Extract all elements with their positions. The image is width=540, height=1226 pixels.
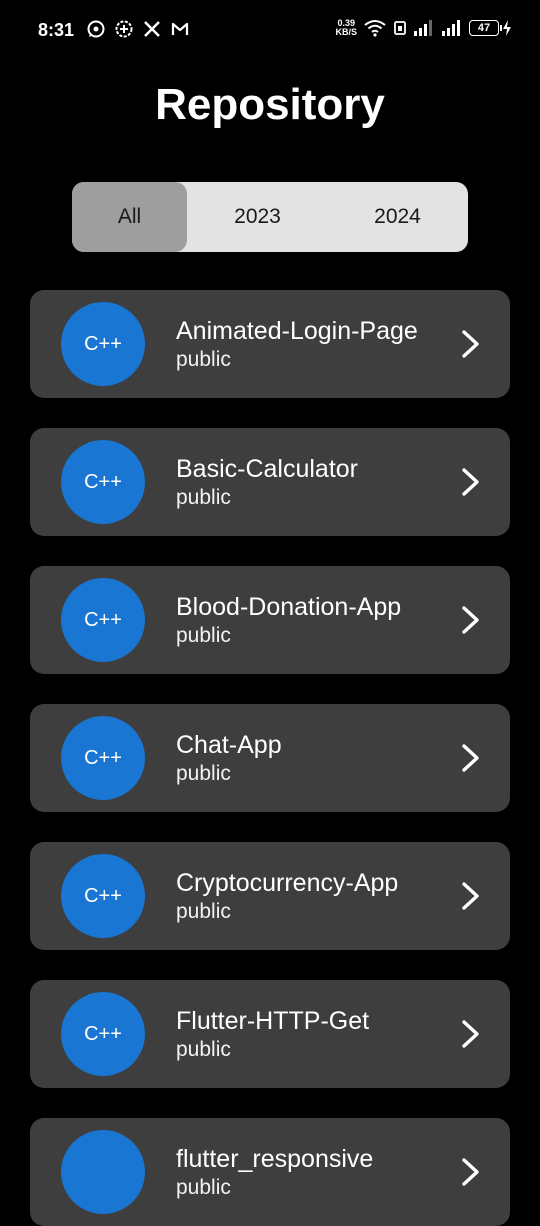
language-avatar: C++ <box>61 716 145 800</box>
whatsapp-icon <box>87 20 105 38</box>
repo-name: Animated-Login-Page <box>176 317 418 345</box>
repo-visibility: public <box>176 624 231 647</box>
language-avatar: C++ <box>61 992 145 1076</box>
status-bar: 8:31 0.39 KB/S 47 <box>0 0 540 62</box>
network-speed: 0.39 KB/S <box>335 18 357 37</box>
x-icon <box>144 21 160 37</box>
repo-visibility: public <box>176 1176 231 1199</box>
language-avatar: C++ <box>61 854 145 938</box>
chevron-right-icon <box>462 330 479 358</box>
repo-name: Cryptocurrency-App <box>176 869 399 897</box>
repo-card[interactable]: C++ Blood-Donation-App public <box>30 566 510 674</box>
repo-card[interactable]: C++ Animated-Login-Page public <box>30 290 510 398</box>
chevron-right-icon <box>462 1020 479 1048</box>
repo-name: Blood-Donation-App <box>176 593 402 621</box>
repo-visibility: public <box>176 762 231 785</box>
system-icons: 0.39 KB/S 47 <box>335 18 512 38</box>
signal-icon <box>115 20 133 38</box>
language-avatar: C++ <box>61 302 145 386</box>
language-avatar: C++ <box>61 440 145 524</box>
year-filter-tabs: All 2023 2024 <box>72 182 468 252</box>
repo-card[interactable]: flutter_responsive public <box>30 1118 510 1226</box>
battery-level: 47 <box>469 20 499 36</box>
notification-icons <box>86 19 190 39</box>
language-avatar <box>61 1130 145 1214</box>
tab-all[interactable]: All <box>72 182 187 252</box>
volte-icon <box>394 21 406 35</box>
charging-icon <box>503 20 511 36</box>
wifi-icon <box>364 20 386 37</box>
chevron-right-icon <box>462 882 479 910</box>
repo-card[interactable]: C++ Basic-Calculator public <box>30 428 510 536</box>
repo-visibility: public <box>176 900 231 923</box>
repo-card[interactable]: C++ Flutter-HTTP-Get public <box>30 980 510 1088</box>
repo-visibility: public <box>176 1038 231 1061</box>
repo-card[interactable]: C++ Cryptocurrency-App public <box>30 842 510 950</box>
repo-name: Flutter-HTTP-Get <box>176 1007 370 1035</box>
gmail-icon <box>171 22 189 35</box>
repo-visibility: public <box>176 348 231 371</box>
battery-icon: 47 <box>469 19 512 37</box>
repo-name: flutter_responsive <box>176 1145 374 1173</box>
chevron-right-icon <box>462 468 479 496</box>
chevron-right-icon <box>462 606 479 634</box>
chevron-right-icon <box>462 744 479 772</box>
chevron-right-icon <box>462 1158 479 1186</box>
language-avatar: C++ <box>61 578 145 662</box>
repo-name: Basic-Calculator <box>176 455 359 483</box>
repo-visibility: public <box>176 486 231 509</box>
status-time: 8:31 <box>38 20 75 40</box>
page-title: Repository <box>155 80 385 129</box>
tab-2023[interactable]: 2023 <box>200 182 315 252</box>
cellular-signal-1-icon <box>414 20 432 36</box>
cellular-signal-2-icon <box>442 20 460 36</box>
repo-card[interactable]: C++ Chat-App public <box>30 704 510 812</box>
tab-2024[interactable]: 2024 <box>340 182 455 252</box>
repo-name: Chat-App <box>176 731 282 759</box>
